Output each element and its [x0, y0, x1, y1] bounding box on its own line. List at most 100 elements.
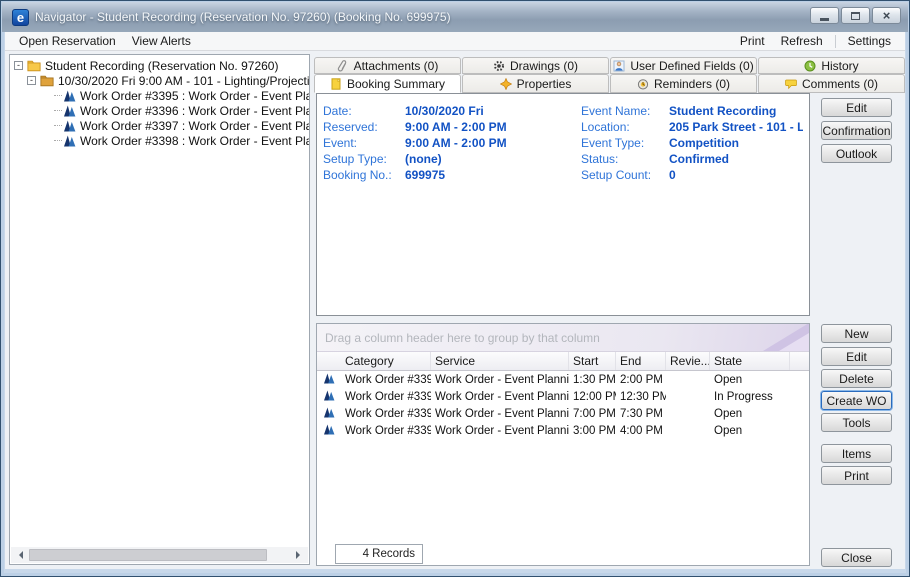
cell-category: Work Order #3397: [341, 408, 431, 420]
cell-state: Open: [710, 408, 790, 420]
tree-connector: [54, 95, 62, 96]
confirmation-button[interactable]: Confirmation: [821, 121, 892, 140]
menu-settings[interactable]: Settings: [840, 33, 899, 49]
title-bar[interactable]: e Navigator - Student Recording (Reserva…: [2, 2, 908, 32]
cell-service: Work Order - Event Planning: [431, 374, 569, 386]
tab-attachments[interactable]: Attachments (0): [314, 57, 461, 74]
column-header-filler: [790, 352, 809, 370]
tree-item-workorder[interactable]: Work Order #3396 : Work Order - Event Pl…: [10, 103, 309, 118]
table-row[interactable]: Work Order #3396 Work Order - Event Plan…: [317, 388, 809, 405]
tab-label: User Defined Fields (0): [630, 59, 753, 73]
tab-label: History: [821, 59, 858, 73]
collapse-icon[interactable]: -: [14, 61, 23, 70]
scroll-left-arrow-icon[interactable]: [11, 547, 27, 563]
tab-history[interactable]: History: [758, 57, 905, 74]
client-area: - Student Recording (Reservation No. 972…: [5, 51, 905, 569]
groupbar-decoration: [779, 333, 809, 351]
cell-start: 3:00 PM: [569, 425, 616, 437]
outlook-button[interactable]: Outlook: [821, 144, 892, 163]
close-button[interactable]: Close: [821, 548, 892, 567]
gear-icon: [493, 60, 505, 72]
cell-start: 1:30 PM: [569, 374, 616, 386]
create-wo-button[interactable]: Create WO: [821, 391, 892, 410]
cell-end: 7:30 PM: [616, 408, 666, 420]
delete-button[interactable]: Delete: [821, 369, 892, 388]
new-button[interactable]: New: [821, 324, 892, 343]
field-value: 205 Park Street - 101 - Lighting/Project…: [669, 119, 803, 135]
horizontal-scrollbar[interactable]: [11, 547, 308, 563]
tree-item-label: Work Order #3398 : Work Order - Event Pl…: [80, 134, 309, 148]
column-header-start[interactable]: Start: [569, 352, 616, 370]
field-value: 0: [669, 167, 676, 183]
column-header-state[interactable]: State: [710, 352, 790, 370]
tab-properties[interactable]: Properties: [462, 74, 609, 93]
navigator-window: e Navigator - Student Recording (Reserva…: [0, 0, 910, 577]
workorder-icon: [324, 407, 335, 421]
column-header-icon[interactable]: [317, 352, 341, 370]
column-header-category[interactable]: Category: [341, 352, 431, 370]
column-header-end[interactable]: End: [616, 352, 666, 370]
menu-open-reservation[interactable]: Open Reservation: [11, 33, 124, 49]
tree-item-workorder[interactable]: Work Order #3398 : Work Order - Event Pl…: [10, 133, 309, 148]
table-row[interactable]: Work Order #3397 Work Order - Event Plan…: [317, 405, 809, 422]
edit-workorder-button[interactable]: Edit: [821, 347, 892, 366]
tab-label: Attachments (0): [354, 59, 439, 73]
cell-state: Open: [710, 425, 790, 437]
workorder-icon: [324, 424, 335, 438]
booking-folder-icon: [40, 74, 54, 87]
tab-label: Properties: [517, 77, 572, 91]
tree-item-workorder[interactable]: Work Order #3397 : Work Order - Event Pl…: [10, 118, 309, 133]
field-label: Event Name:: [581, 103, 669, 119]
folder-icon: [27, 59, 41, 72]
tree-item-workorder[interactable]: Work Order #3395 : Work Order - Event Pl…: [10, 88, 309, 103]
workorder-icon: [64, 120, 76, 132]
tab-drawings[interactable]: Drawings (0): [462, 57, 609, 74]
tree-item-label: Work Order #3395 : Work Order - Event Pl…: [80, 89, 309, 103]
minimize-button[interactable]: [810, 7, 839, 24]
tab-label: Booking Summary: [347, 77, 445, 91]
scroll-right-arrow-icon[interactable]: [292, 547, 308, 563]
field-label: Reserved:: [323, 119, 405, 135]
tab-user-defined-fields[interactable]: User Defined Fields (0): [610, 57, 757, 74]
tab-comments[interactable]: Comments (0): [758, 74, 905, 93]
close-icon: ×: [883, 9, 891, 22]
paperclip-icon: [337, 60, 349, 72]
tree-item-reservation[interactable]: - Student Recording (Reservation No. 972…: [10, 58, 309, 73]
app-logo-icon: e: [12, 9, 29, 26]
cell-end: 2:00 PM: [616, 374, 666, 386]
tree-item-label: 10/30/2020 Fri 9:00 AM - 101 - Lighting/…: [58, 74, 309, 88]
tree-item-label: Work Order #3396 : Work Order - Event Pl…: [80, 104, 309, 118]
menu-view-alerts[interactable]: View Alerts: [124, 33, 199, 49]
group-by-hint: Drag a column header here to group by th…: [325, 331, 600, 345]
field-value: (none): [405, 151, 442, 167]
maximize-button[interactable]: [841, 7, 870, 24]
menu-refresh[interactable]: Refresh: [773, 33, 831, 49]
close-window-button[interactable]: ×: [872, 7, 901, 24]
table-row[interactable]: Work Order #3395 Work Order - Event Plan…: [317, 371, 809, 388]
edit-booking-button[interactable]: Edit: [821, 98, 892, 117]
menu-print[interactable]: Print: [732, 33, 773, 49]
column-header-reviewed[interactable]: Revie...: [666, 352, 710, 370]
column-header-service[interactable]: Service: [431, 352, 569, 370]
tools-button[interactable]: Tools: [821, 413, 892, 432]
group-by-bar[interactable]: Drag a column header here to group by th…: [317, 324, 809, 352]
field-value: Competition: [669, 135, 739, 151]
field-label: Setup Type:: [323, 151, 405, 167]
tab-reminders[interactable]: Reminders (0): [610, 74, 757, 93]
workorder-icon: [64, 90, 76, 102]
scrollbar-thumb[interactable]: [29, 549, 267, 561]
table-row[interactable]: Work Order #3398 Work Order - Event Plan…: [317, 422, 809, 439]
menu-bar: Open Reservation View Alerts Print Refre…: [5, 32, 905, 51]
field-label: Location:: [581, 119, 669, 135]
tree-item-booking[interactable]: - 10/30/2020 Fri 9:00 AM - 101 - Lightin…: [10, 73, 309, 88]
tab-booking-summary[interactable]: Booking Summary: [314, 74, 461, 93]
print-button[interactable]: Print: [821, 466, 892, 485]
collapse-icon[interactable]: -: [27, 76, 36, 85]
menu-divider: [835, 35, 836, 48]
items-button[interactable]: Items: [821, 444, 892, 463]
cell-category: Work Order #3396: [341, 391, 431, 403]
workorder-icon: [64, 135, 76, 147]
field-label: Setup Count:: [581, 167, 669, 183]
booking-summary-panel: Date:10/30/2020 Fri Reserved:9:00 AM - 2…: [316, 93, 810, 316]
tree-item-label: Student Recording (Reservation No. 97260…: [45, 59, 278, 73]
